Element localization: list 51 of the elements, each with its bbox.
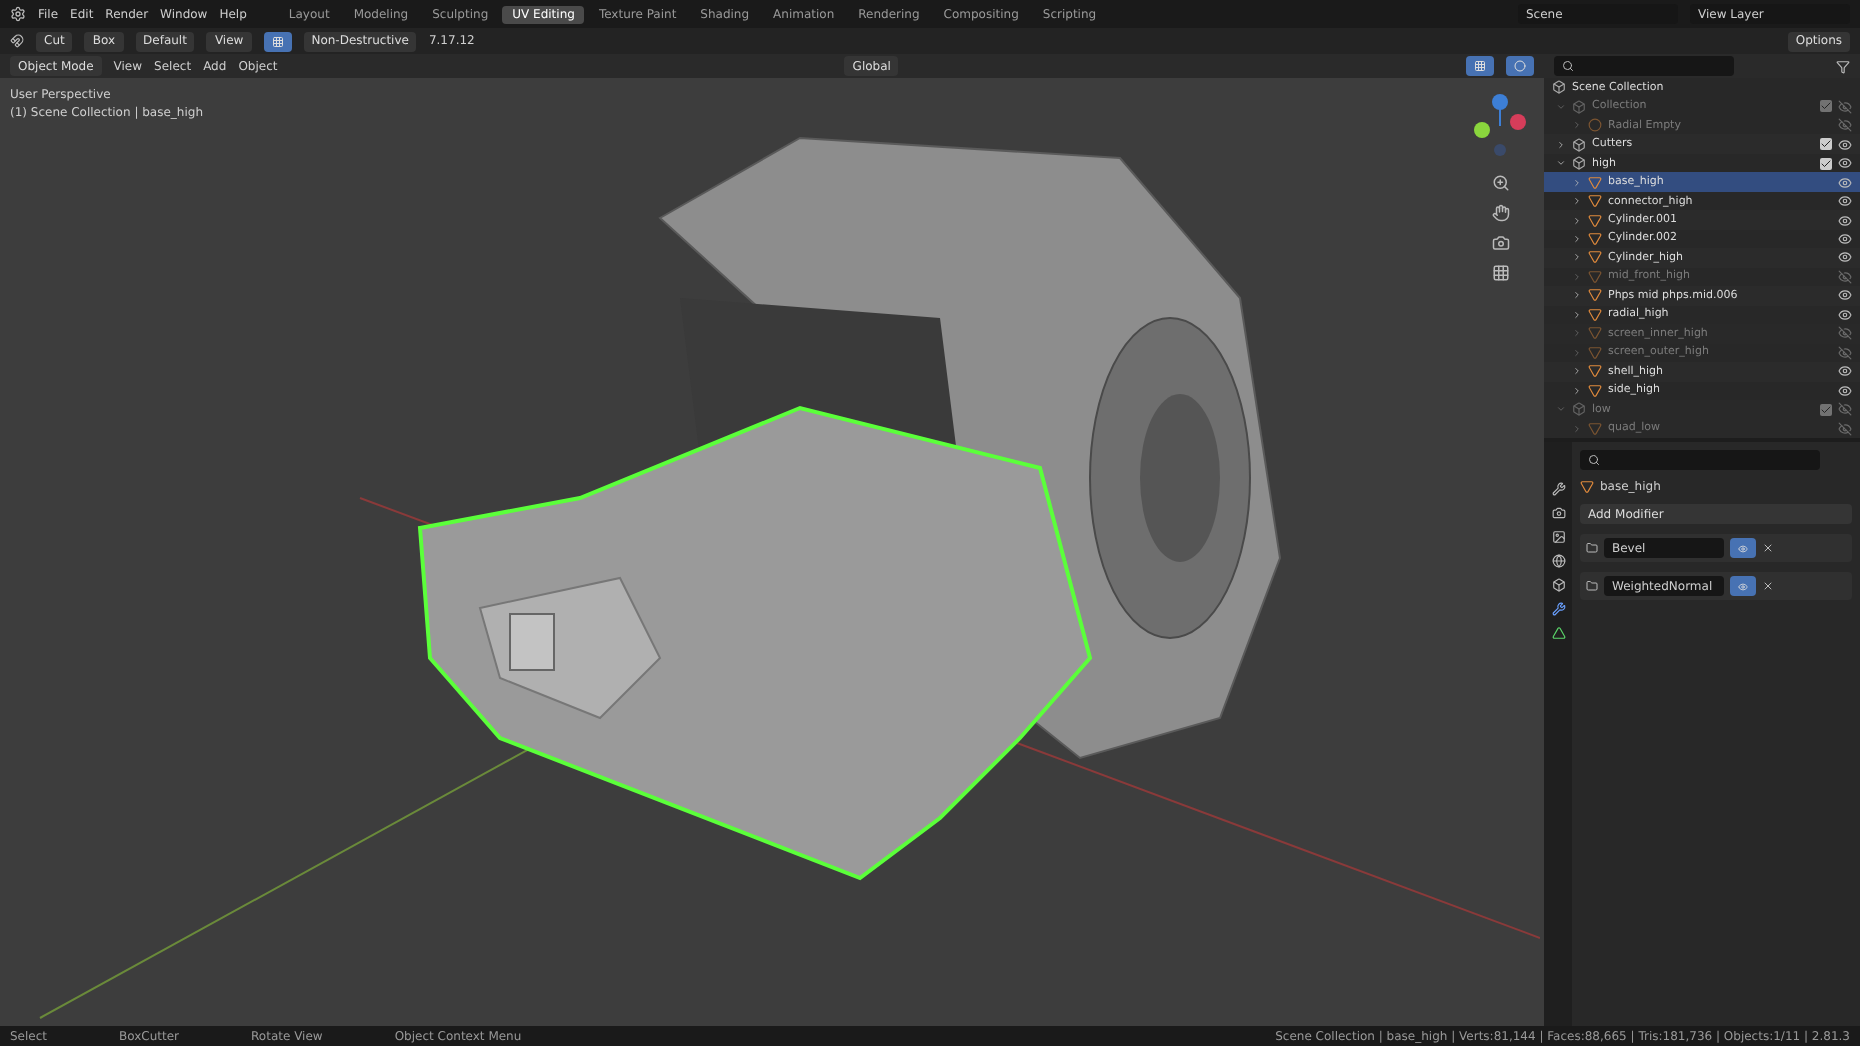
eye-icon[interactable]	[1838, 364, 1852, 379]
modifier-type-icon	[1586, 580, 1598, 592]
overlay-button[interactable]	[1466, 56, 1494, 76]
eye-icon	[1738, 543, 1748, 553]
visibility-toggle[interactable]	[1730, 576, 1756, 596]
zoom-icon[interactable]	[1491, 174, 1509, 192]
eye-icon[interactable]	[1838, 175, 1852, 190]
data-icon[interactable]	[1551, 626, 1565, 640]
search-icon	[1562, 60, 1574, 72]
eye-icon[interactable]	[1838, 383, 1852, 398]
eye-icon[interactable]	[1838, 250, 1852, 265]
filter-icon[interactable]	[1836, 59, 1850, 73]
grid-icon[interactable]	[1491, 264, 1509, 282]
output-icon[interactable]	[1551, 530, 1565, 544]
shading-button[interactable]	[1506, 56, 1534, 76]
camera-icon[interactable]	[1491, 234, 1509, 252]
modifier-type-icon	[1586, 542, 1598, 554]
collection-icon	[1572, 99, 1586, 114]
render-icon[interactable]	[1551, 506, 1565, 520]
eye-icon[interactable]	[1838, 213, 1852, 228]
object-icon[interactable]	[1551, 578, 1565, 592]
eye-icon[interactable]	[1838, 156, 1852, 171]
checkbox[interactable]	[1820, 138, 1832, 151]
world-icon[interactable]	[1551, 554, 1565, 568]
eye-icon[interactable]	[1838, 137, 1852, 152]
toggle-button[interactable]	[263, 31, 292, 51]
eye-icon[interactable]	[1838, 288, 1852, 303]
modifier-icon[interactable]	[1551, 602, 1565, 616]
delete-icon[interactable]	[1762, 542, 1774, 554]
grid-icon	[271, 35, 284, 47]
hand-icon[interactable]	[1491, 204, 1509, 222]
collection-icon	[1572, 402, 1586, 417]
collection-icon	[1572, 137, 1586, 152]
mesh-icon	[1580, 480, 1594, 494]
collection-icon	[1572, 156, 1586, 171]
eye-icon[interactable]	[1838, 231, 1852, 246]
search-icon	[1588, 454, 1600, 466]
sphere-icon	[1514, 60, 1526, 72]
grid-icon	[1474, 60, 1486, 72]
outliner-search-field[interactable]	[1554, 56, 1734, 76]
collection-icon	[1552, 80, 1566, 95]
empty-icon	[1588, 118, 1602, 133]
visibility-toggle[interactable]	[1730, 538, 1756, 558]
eye-icon	[1738, 581, 1748, 591]
eye-icon[interactable]	[1838, 307, 1852, 322]
mesh-icon	[1588, 421, 1602, 436]
properties-search-field[interactable]	[1580, 450, 1820, 470]
expand-icon[interactable]	[1556, 158, 1566, 169]
eye-icon[interactable]	[1838, 194, 1852, 209]
delete-icon[interactable]	[1762, 580, 1774, 592]
checkbox[interactable]	[1820, 157, 1832, 170]
